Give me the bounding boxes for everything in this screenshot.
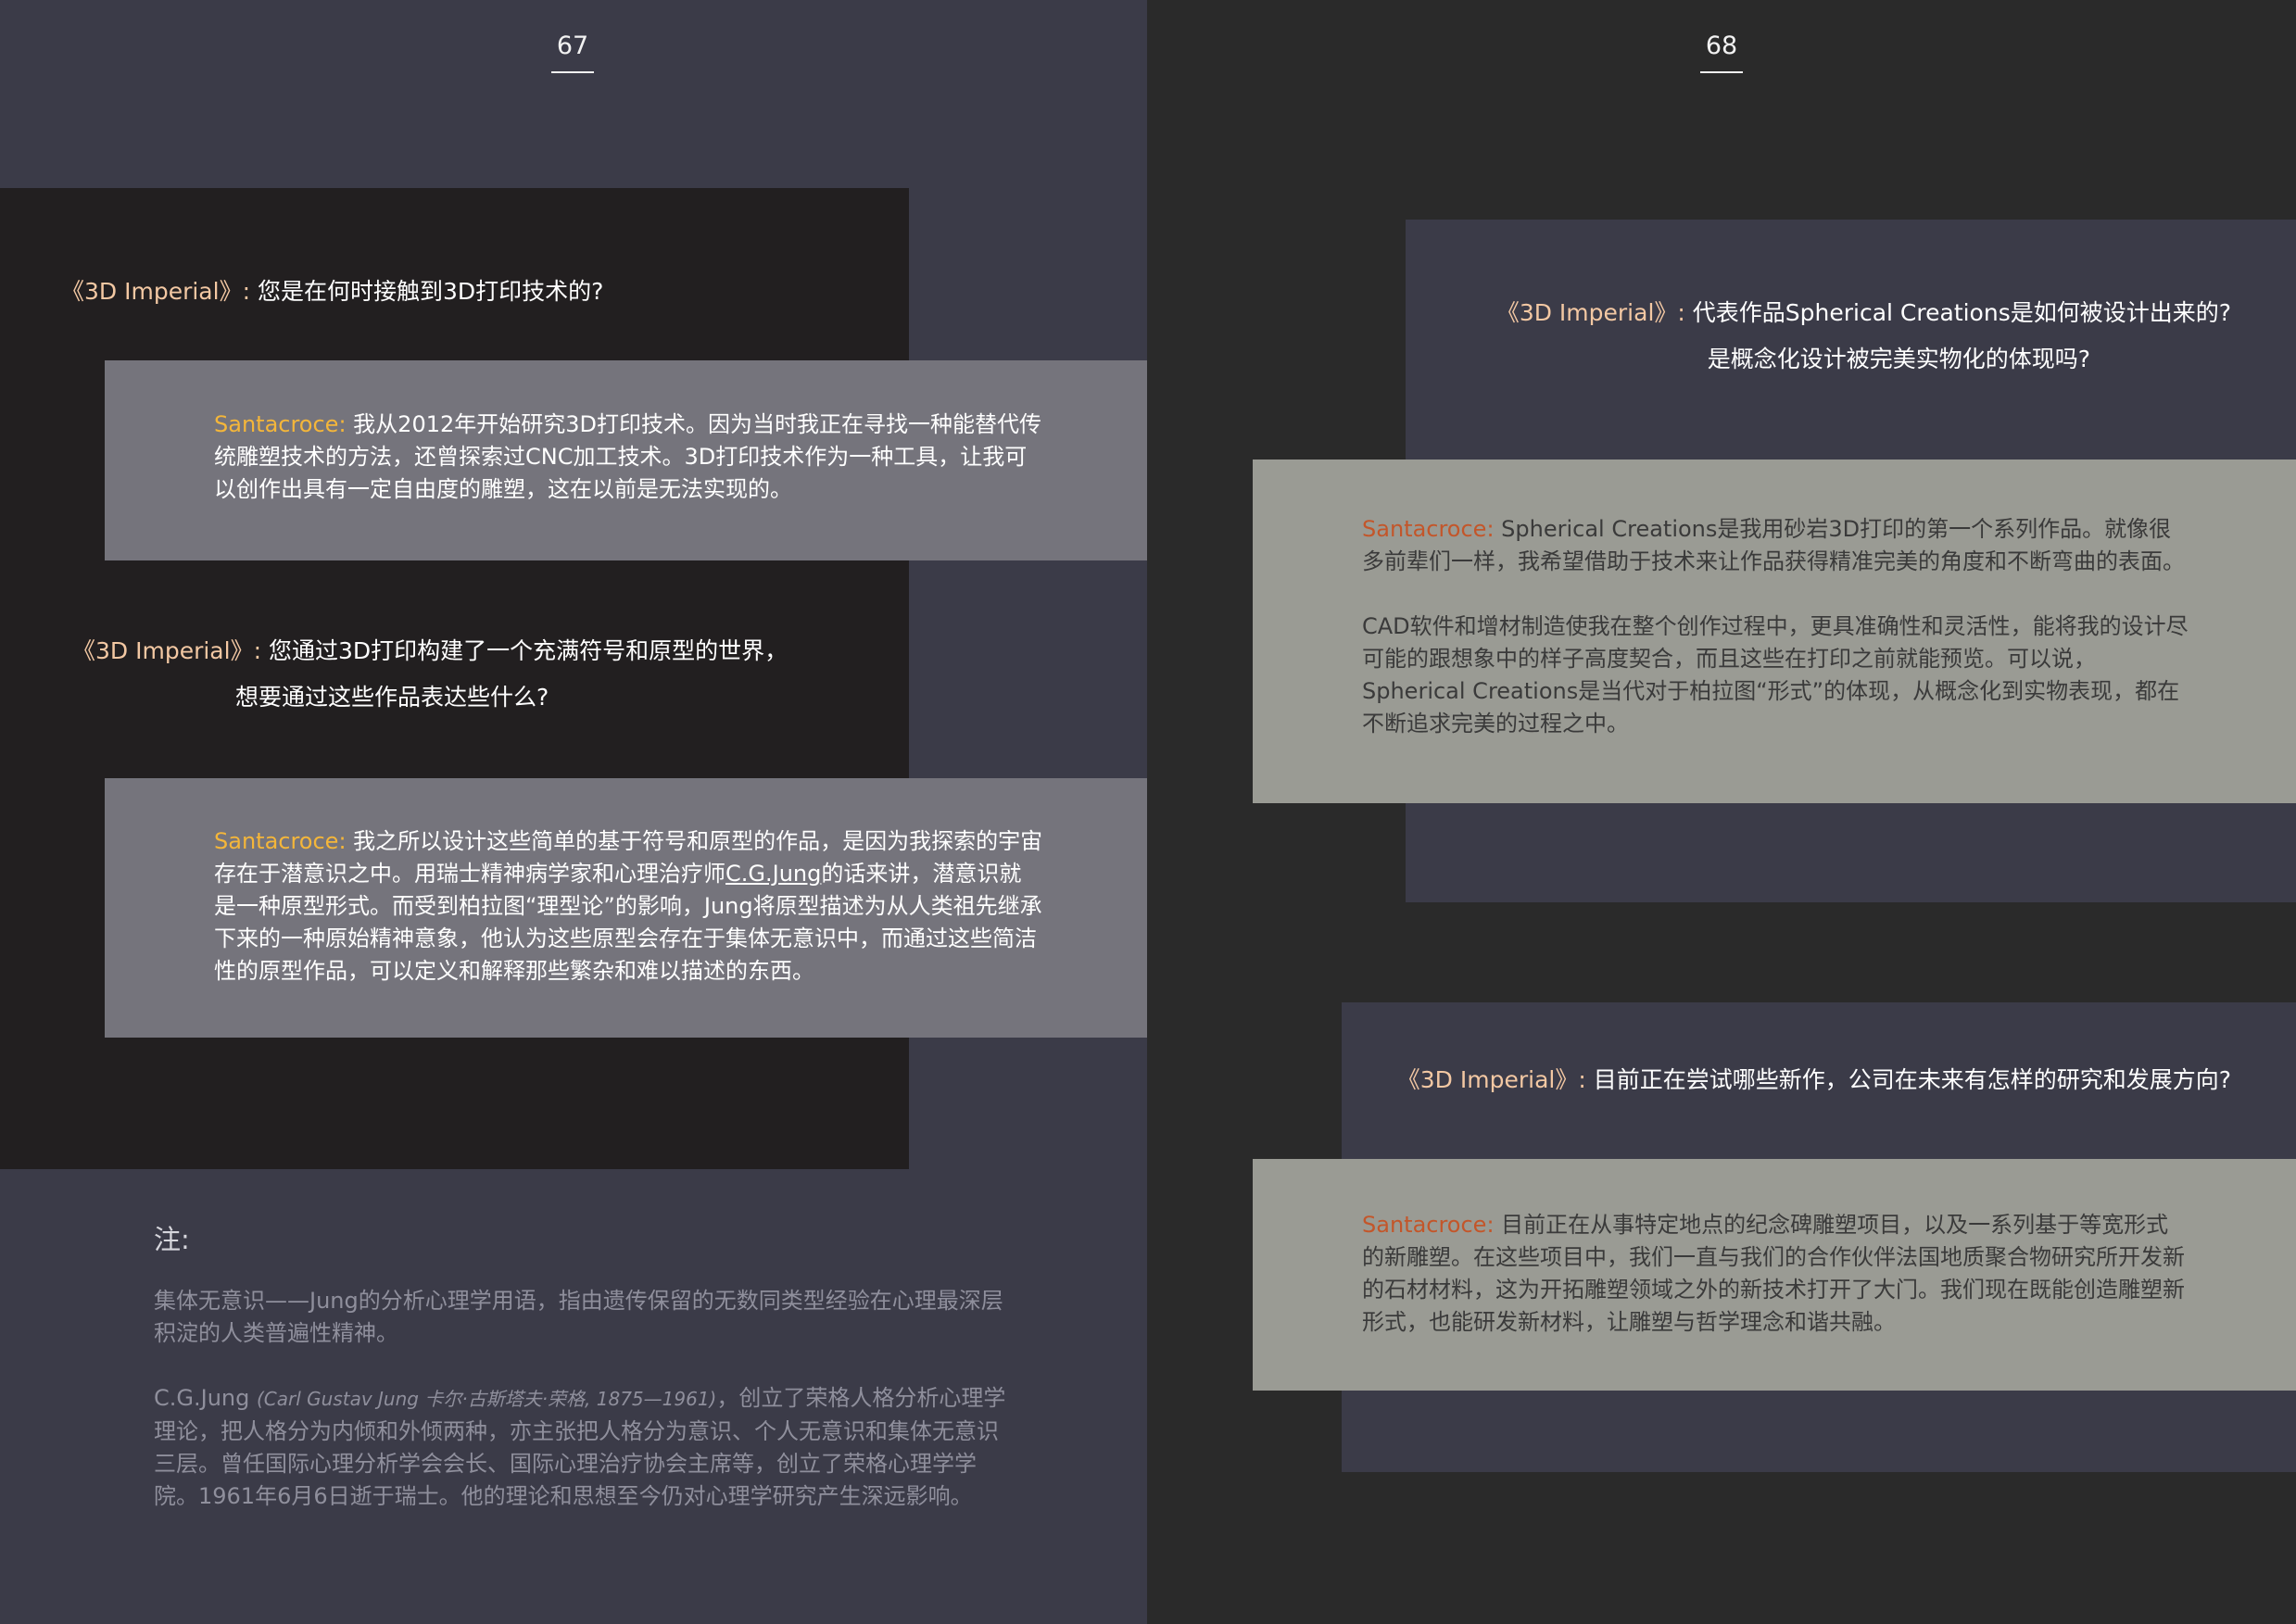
- magazine-tag: 《3D Imperial》: [1495, 299, 1678, 326]
- page-number-right: 68: [1684, 31, 1759, 73]
- note-paragraph-1: 集体无意识——Jung的分析心理学用语，指由遗传保留的无数同类型经验在心理最深层…: [154, 1288, 1003, 1346]
- speaker-label: Santacroce:: [1362, 516, 1502, 542]
- answer-3: Santacroce: Spherical Creations是我用砂岩3D打印…: [1362, 513, 2190, 740]
- note-title: 注:: [154, 1224, 190, 1255]
- question-2: 《3D Imperial》: 您通过3D打印构建了一个充满符号和原型的世界， 想…: [72, 637, 788, 711]
- speaker-label: Santacroce:: [1362, 1212, 1502, 1238]
- page-number-rule: [1700, 71, 1743, 73]
- page-number-rule: [551, 71, 594, 73]
- question-3: 《3D Imperial》: 代表作品Spherical Creations是如…: [1495, 299, 2231, 372]
- right-page: 68 《3D Imperial》: 代表作品Spherical Creation…: [1147, 0, 2296, 1624]
- magazine-tag: 《3D Imperial》: [1396, 1066, 1579, 1093]
- page-number-left: 67: [536, 31, 610, 73]
- question-1: 《3D Imperial》: 您是在何时接触到3D打印技术的?: [61, 278, 604, 305]
- answer-4: Santacroce: 目前正在从事特定地点的纪念碑雕塑项目，以及一系列基于等宽…: [1362, 1212, 2185, 1335]
- magazine-tag: 《3D Imperial》: [61, 278, 243, 305]
- answer-1: Santacroce: 我从2012年开始研究3D打印技术。因为当时我正在寻找一…: [214, 411, 1041, 502]
- speaker-label: Santacroce:: [214, 828, 354, 854]
- jung-link: C.G.Jung: [725, 861, 822, 887]
- note-body: 集体无意识——Jung的分析心理学用语，指由遗传保留的无数同类型经验在心理最深层…: [154, 1285, 1006, 1513]
- magazine-tag: 《3D Imperial》: [72, 637, 254, 664]
- answer-3-paragraph-1: Santacroce: Spherical Creations是我用砂岩3D打印…: [1362, 516, 2185, 574]
- question-4: 《3D Imperial》: 目前正在尝试哪些新作，公司在未来有怎样的研究和发展…: [1396, 1066, 2231, 1093]
- speaker-label: Santacroce:: [214, 411, 354, 437]
- left-page: 67 《3D Imperial》: 您是在何时接触到3D打印技术的? Santa…: [0, 0, 1147, 1624]
- note-paragraph-2: C.G.Jung (Carl Gustav Jung 卡尔·古斯塔夫·荣格, 1…: [154, 1385, 1006, 1509]
- answer-3-paragraph-2: CAD软件和增材制造使我在整个创作过程中，更具准确性和灵活性，能将我的设计尽可能…: [1362, 613, 2189, 736]
- answer-2: Santacroce: 我之所以设计这些简单的基于符号和原型的作品，是因为我探索…: [214, 828, 1043, 984]
